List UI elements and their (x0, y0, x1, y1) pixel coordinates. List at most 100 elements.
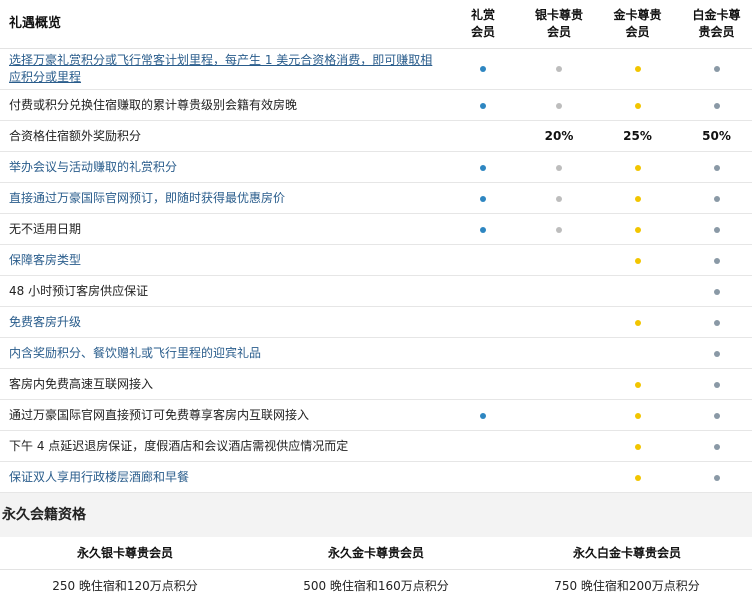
benefit-cell-silver (524, 368, 594, 400)
gold-dot-icon (634, 412, 641, 419)
benefit-cell-gold (594, 399, 681, 431)
benefit-row: 下午 4 点延迟退房保证，度假酒店和会议酒店需视供应情况而定 (0, 430, 752, 462)
benefit-cell-gold (594, 306, 681, 338)
benefit-row: 直接通过万豪国际官网预订，即随时获得最优惠房价 (0, 182, 752, 214)
benefit-cell-gold (594, 337, 681, 369)
blue-dot-icon (480, 412, 486, 419)
benefit-cell-member (442, 275, 524, 307)
benefit-row: 客房内免费高速互联网接入 (0, 368, 752, 400)
blue-dot-icon (480, 102, 486, 109)
gold-dot-icon (634, 319, 641, 326)
benefit-row: 免费客房升级 (0, 306, 752, 338)
benefit-cell-platinum (681, 182, 752, 214)
platinum-dot-icon (713, 102, 720, 109)
benefits-page: 礼遇概览 礼赏 会员 银卡尊贵 会员 金卡尊贵 会员 白金卡尊 贵会员 选择万豪礼赏积分… (0, 0, 752, 602)
permanent-gold-header: 永久金卡尊贵会员 (250, 536, 502, 570)
benefit-cell-member (442, 430, 524, 462)
benefit-row: 付费或积分兑换住宿赚取的累计尊贵级别会籍有效房晚 (0, 89, 752, 121)
blue-dot-icon (480, 164, 486, 171)
benefit-cell-member (442, 399, 524, 431)
silver-dot-icon (556, 102, 562, 109)
benefit-link[interactable]: 选择万豪礼赏积分或飞行常客计划里程，每产生 1 美元合资格消费，即可赚取相 应积分… (0, 48, 442, 90)
benefit-label: 48 小时预订客房供应保证 (0, 275, 442, 307)
benefit-link[interactable]: 免费客房升级 (0, 306, 442, 338)
bonus-percent-silver: 20% (524, 120, 594, 152)
benefit-link[interactable]: 保障客房类型 (0, 244, 442, 276)
benefit-cell-platinum (681, 151, 752, 183)
benefit-cell-gold (594, 368, 681, 400)
benefits-table: 礼遇概览 礼赏 会员 银卡尊贵 会员 金卡尊贵 会员 白金卡尊 贵会员 选择万豪礼赏积分… (0, 0, 752, 493)
benefit-link[interactable]: 举办会议与活动赚取的礼赏积分 (0, 151, 442, 183)
benefit-cell-silver (524, 275, 594, 307)
benefit-cell-silver (524, 430, 594, 462)
benefit-cell-silver (524, 337, 594, 369)
benefit-cell-silver (524, 306, 594, 338)
benefit-link[interactable]: 内含奖励积分、餐饮赠礼或飞行里程的迎宾礼品 (0, 337, 442, 369)
gold-dot-icon (634, 474, 641, 481)
benefit-row: 保证双人享用行政楼层酒廊和早餐 (0, 461, 752, 493)
benefit-link[interactable]: 直接通过万豪国际官网预订，即随时获得最优惠房价 (0, 182, 442, 214)
benefit-cell-platinum (681, 399, 752, 431)
platinum-dot-icon (713, 350, 720, 357)
platinum-dot-icon (713, 257, 720, 264)
benefit-row: 通过万豪国际官网直接预订可免费尊享客房内互联网接入 (0, 399, 752, 431)
gold-dot-icon (634, 66, 641, 72)
permanent-status-title: 永久会籍资格 (0, 492, 752, 537)
tier-header-gold: 金卡尊贵 会员 (594, 0, 681, 49)
permanent-platinum-requirement: 750 晚住宿和200万点积分 (554, 579, 700, 593)
tier-header-silver: 银卡尊贵 会员 (524, 0, 594, 49)
blue-dot-icon (480, 195, 486, 202)
benefit-cell-member (442, 368, 524, 400)
benefit-row: 选择万豪礼赏积分或飞行常客计划里程，每产生 1 美元合资格消费，即可赚取相 应积分… (0, 48, 752, 90)
benefit-cell-member (442, 48, 524, 90)
benefit-cell-member (442, 306, 524, 338)
platinum-dot-icon (713, 474, 720, 481)
benefit-row: 举办会议与活动赚取的礼赏积分 (0, 151, 752, 183)
benefit-cell-silver (524, 399, 594, 431)
benefit-label: 通过万豪国际官网直接预订可免费尊享客房内互联网接入 (0, 399, 442, 431)
benefit-cell-platinum (681, 48, 752, 90)
benefit-cell-platinum (681, 430, 752, 462)
bonus-percent-platinum: 50% (681, 120, 752, 152)
benefit-cell-member (442, 244, 524, 276)
permanent-status-table: 永久银卡尊贵会员 永久金卡尊贵会员 永久白金卡尊贵会员 250 晚住宿和120万… (0, 536, 752, 602)
benefit-link[interactable]: 保证双人享用行政楼层酒廊和早餐 (0, 461, 442, 493)
benefits-title: 礼遇概览 (0, 0, 442, 49)
platinum-dot-icon (713, 319, 720, 326)
benefit-cell-member (442, 337, 524, 369)
benefit-cell-gold (594, 151, 681, 183)
gold-dot-icon (634, 164, 641, 171)
permanent-gold-requirement: 500 晚住宿和160万点积分 (303, 579, 449, 593)
platinum-dot-icon (713, 443, 720, 450)
benefit-cell-silver (524, 244, 594, 276)
benefit-cell-silver (524, 151, 594, 183)
gold-dot-icon (634, 226, 641, 233)
permanent-header-row: 永久银卡尊贵会员 永久金卡尊贵会员 永久白金卡尊贵会员 (0, 536, 752, 570)
benefit-cell-platinum (681, 337, 752, 369)
silver-dot-icon (556, 226, 562, 233)
permanent-value-row: 250 晚住宿和120万点积分 500 晚住宿和160万点积分 750 晚住宿和… (0, 569, 752, 602)
benefit-rows: 选择万豪礼赏积分或飞行常客计划里程，每产生 1 美元合资格消费，即可赚取相 应积分… (0, 48, 752, 493)
benefit-cell-platinum (681, 461, 752, 493)
benefit-cell-member (442, 461, 524, 493)
gold-dot-icon (634, 102, 641, 109)
benefit-cell-gold (594, 89, 681, 121)
benefit-label: 客房内免费高速互联网接入 (0, 368, 442, 400)
platinum-dot-icon (713, 164, 720, 171)
benefit-cell-platinum (681, 89, 752, 121)
benefit-row: 48 小时预订客房供应保证 (0, 275, 752, 307)
benefit-cell-platinum (681, 306, 752, 338)
benefit-cell-gold (594, 275, 681, 307)
benefit-cell-silver (524, 461, 594, 493)
benefit-cell-platinum (681, 213, 752, 245)
platinum-dot-icon (713, 66, 720, 72)
gold-dot-icon (634, 195, 641, 202)
benefit-cell-member (442, 120, 524, 152)
benefit-row: 保障客房类型 (0, 244, 752, 276)
benefit-label: 付费或积分兑换住宿赚取的累计尊贵级别会籍有效房晚 (0, 89, 442, 121)
benefit-cell-silver (524, 48, 594, 90)
tier-header-member: 礼赏 会员 (442, 0, 524, 49)
platinum-dot-icon (713, 381, 720, 388)
permanent-platinum-header: 永久白金卡尊贵会员 (502, 536, 752, 570)
benefits-header-row: 礼遇概览 礼赏 会员 银卡尊贵 会员 金卡尊贵 会员 白金卡尊 贵会员 (0, 0, 752, 49)
